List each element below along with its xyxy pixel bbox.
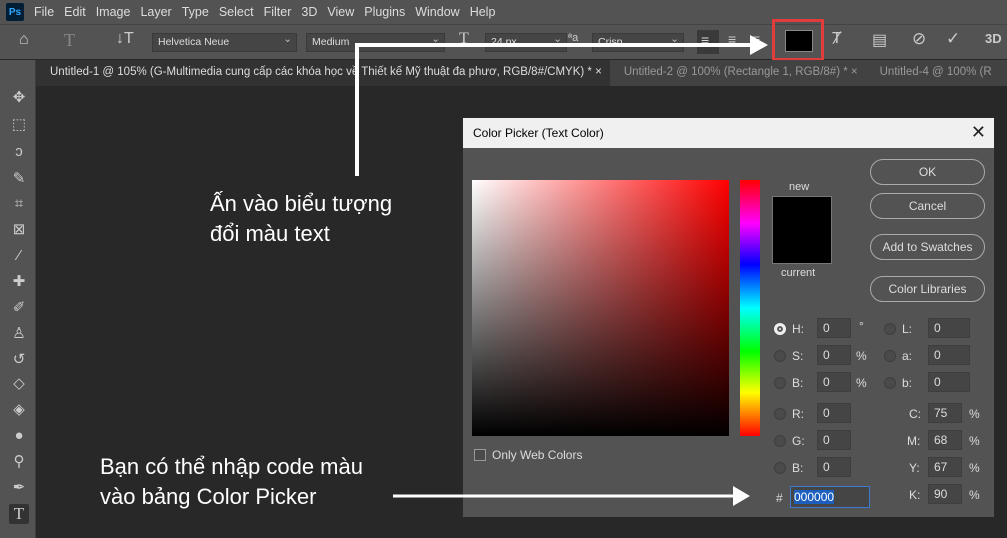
annotation-arrows bbox=[355, 35, 768, 506]
arrowhead-top bbox=[750, 35, 768, 55]
arrowhead-bottom bbox=[733, 486, 750, 506]
arrow-to-color-swatch bbox=[355, 43, 752, 176]
